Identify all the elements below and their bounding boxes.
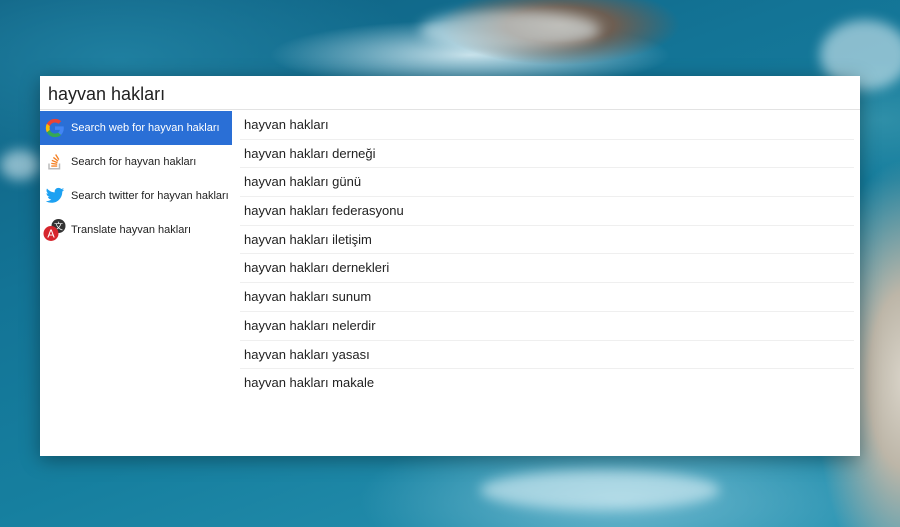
suggestion-list: hayvan hakları hayvan hakları derneği ha… xyxy=(240,111,854,397)
suggestion-item[interactable]: hayvan hakları makale xyxy=(240,369,854,397)
suggestion-item[interactable]: hayvan hakları derneği xyxy=(240,140,854,169)
action-label: Search twitter for hayvan hakları xyxy=(71,190,229,202)
wave-foam xyxy=(0,150,40,180)
stackoverflow-icon xyxy=(43,150,67,174)
action-search-twitter[interactable]: Search twitter for hayvan hakları xyxy=(40,179,232,213)
action-search-stackoverflow[interactable]: Search for hayvan hakları xyxy=(40,145,232,179)
svg-text:A: A xyxy=(47,228,55,241)
action-translate[interactable]: 文 A Translate hayvan hakları xyxy=(40,213,232,247)
twitter-icon xyxy=(43,184,67,208)
wave-foam xyxy=(480,470,720,510)
suggestion-item[interactable]: hayvan hakları dernekleri xyxy=(240,254,854,284)
launcher-window: hayvan hakları Search web for hayvan hak… xyxy=(40,76,860,456)
search-input[interactable]: hayvan hakları xyxy=(40,76,860,110)
suggestion-item[interactable]: hayvan hakları federasyonu xyxy=(240,197,854,226)
action-label: Search for hayvan hakları xyxy=(71,156,197,168)
google-icon xyxy=(43,116,67,140)
suggestion-item[interactable]: hayvan hakları xyxy=(240,111,854,140)
wave-foam xyxy=(420,10,600,50)
action-label: Translate hayvan hakları xyxy=(71,224,192,236)
action-list: Search web for hayvan hakları Search for… xyxy=(40,111,232,456)
suggestion-item[interactable]: hayvan hakları yasası xyxy=(240,341,854,370)
translate-icon: 文 A xyxy=(43,218,67,242)
suggestion-item[interactable]: hayvan hakları iletişim xyxy=(240,226,854,255)
suggestion-item[interactable]: hayvan hakları nelerdir xyxy=(240,312,854,341)
suggestion-item[interactable]: hayvan hakları sunum xyxy=(240,283,854,312)
action-search-web[interactable]: Search web for hayvan hakları xyxy=(40,111,232,145)
action-label: Search web for hayvan hakları xyxy=(71,122,220,134)
suggestion-item[interactable]: hayvan hakları günü xyxy=(240,168,854,198)
